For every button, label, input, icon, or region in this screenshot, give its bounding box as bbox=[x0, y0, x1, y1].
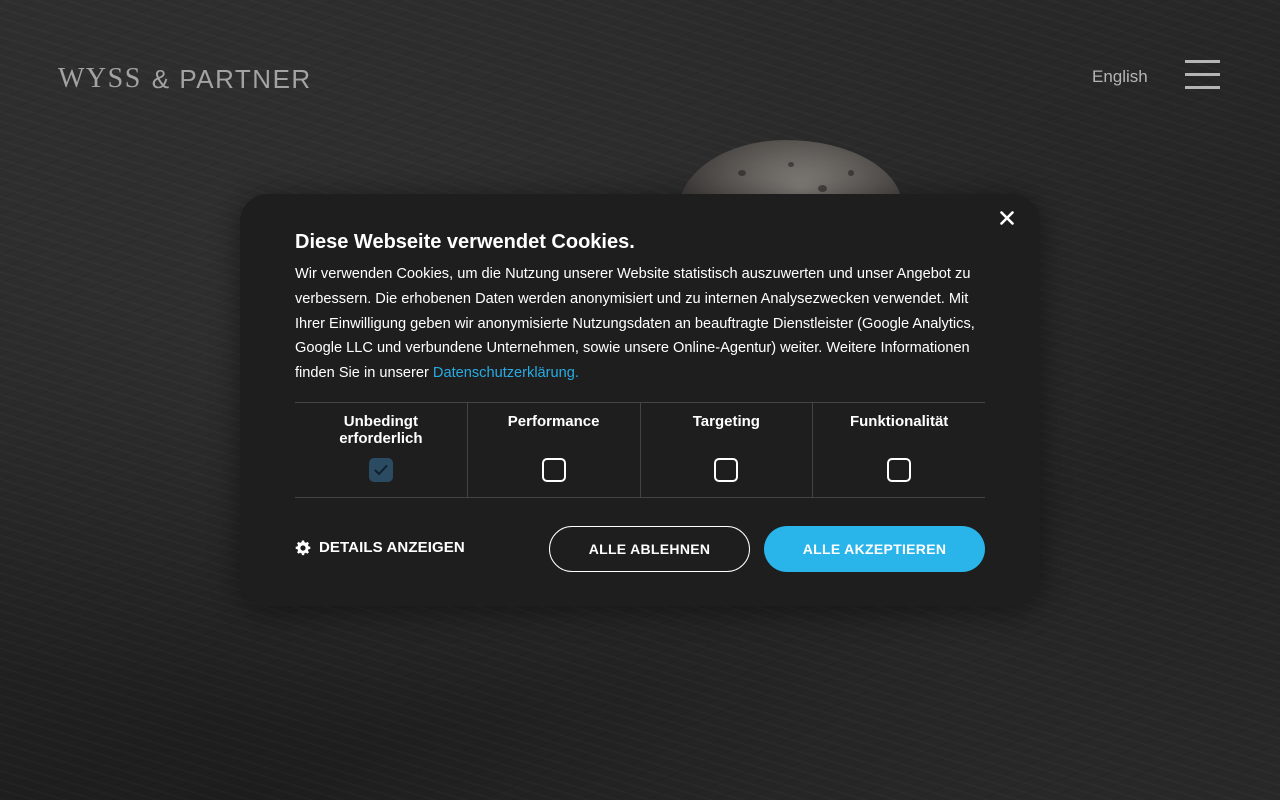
category-targeting: Targeting bbox=[641, 403, 814, 497]
category-label: Performance bbox=[507, 413, 600, 430]
cookie-dialog-title: Diese Webseite verwendet Cookies. bbox=[295, 231, 635, 253]
show-details-label: DETAILS ANZEIGEN bbox=[319, 539, 465, 556]
accept-all-button[interactable]: ALLE AKZEPTIEREN bbox=[764, 526, 985, 572]
category-label: Targeting bbox=[692, 413, 760, 430]
cookie-categories: Unbedingt erforderlich Performance Targe… bbox=[295, 402, 985, 498]
privacy-policy-link[interactable]: Datenschutzerklärung. bbox=[433, 365, 579, 381]
targeting-checkbox[interactable] bbox=[714, 458, 739, 482]
logo-secondary-text: & PARTNER bbox=[151, 63, 312, 94]
check-icon bbox=[374, 465, 388, 475]
gear-icon bbox=[295, 540, 311, 555]
category-functionality: Funktionalität bbox=[813, 403, 985, 497]
reject-all-button[interactable]: ALLE ABLEHNEN bbox=[549, 526, 750, 572]
category-label: Funktionalität bbox=[849, 413, 949, 430]
category-label: Unbedingt erforderlich bbox=[339, 413, 423, 447]
category-strictly-necessary: Unbedingt erforderlich bbox=[295, 403, 468, 497]
logo-primary-text: WYSS bbox=[58, 63, 142, 94]
cookie-dialog-text: Wir verwenden Cookies, um die Nutzung un… bbox=[295, 262, 990, 386]
strictly-necessary-checkbox bbox=[368, 458, 393, 482]
page-background: WYSS & PARTNER English Diese Webseite ve… bbox=[0, 0, 1280, 800]
language-switch-link[interactable]: English bbox=[1092, 67, 1148, 87]
close-icon[interactable] bbox=[996, 207, 1018, 229]
category-performance: Performance bbox=[468, 403, 641, 497]
hamburger-menu-icon[interactable] bbox=[1185, 60, 1220, 90]
cookie-description: Wir verwenden Cookies, um die Nutzung un… bbox=[295, 266, 975, 382]
functionality-checkbox[interactable] bbox=[887, 458, 912, 482]
site-logo[interactable]: WYSS & PARTNER bbox=[58, 62, 312, 96]
show-details-button[interactable]: DETAILS ANZEIGEN bbox=[295, 539, 465, 556]
performance-checkbox[interactable] bbox=[541, 458, 566, 482]
